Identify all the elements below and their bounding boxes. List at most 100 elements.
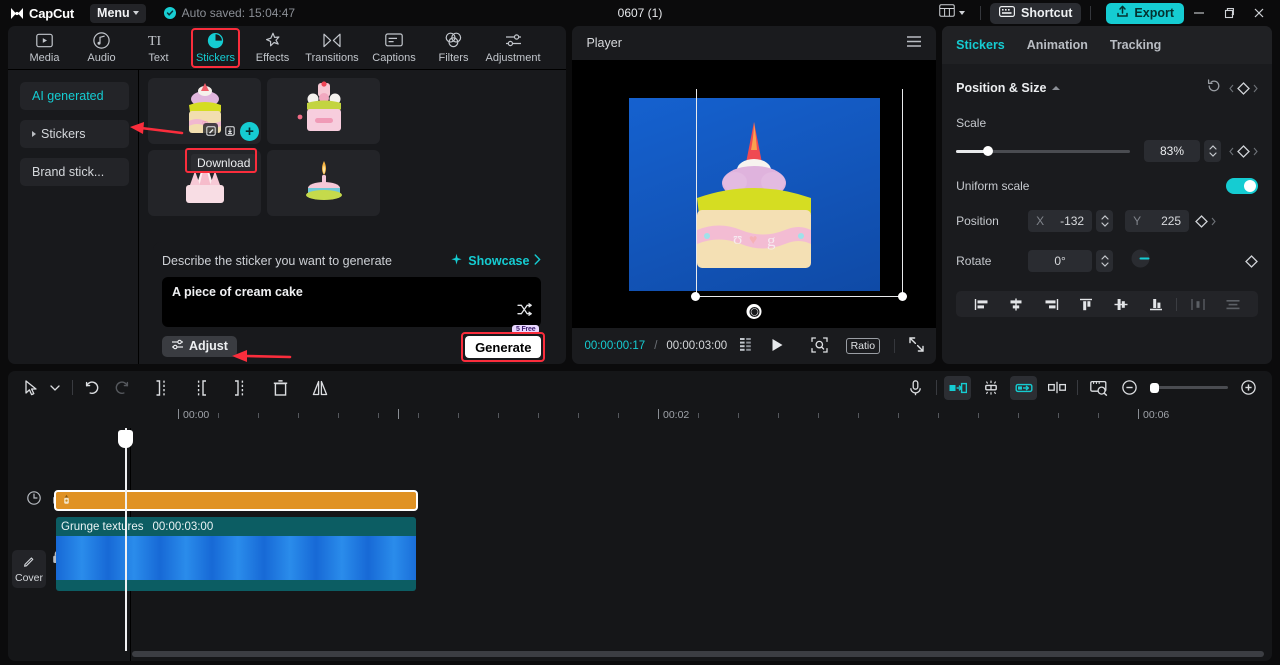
tab-stickers-props[interactable]: Stickers (956, 38, 1005, 52)
tab-media[interactable]: Media (16, 27, 73, 69)
pencil-icon (23, 555, 35, 570)
align-bottom-icon[interactable] (1138, 298, 1173, 311)
scale-label-row: Scale (956, 114, 1258, 132)
link-icon[interactable] (1010, 375, 1037, 400)
rotate-dial[interactable] (1131, 249, 1150, 273)
properties-body: Position & Size Scale 83% Uniform scale … (942, 64, 1272, 364)
tab-audio[interactable]: Audio (73, 27, 130, 69)
resize-handle-bottom-right[interactable] (898, 292, 908, 301)
frames-icon[interactable] (740, 338, 756, 354)
close-button[interactable] (1244, 0, 1274, 26)
trim-right-icon[interactable] (226, 376, 253, 400)
edit-icon[interactable] (203, 123, 218, 138)
showcase-link[interactable]: Showcase (450, 253, 542, 269)
sticker-cell-yellow-drip-cake[interactable]: ♡ + (148, 78, 261, 144)
video-clip[interactable]: Grunge textures 00:00:03:00 (56, 517, 416, 591)
clock-icon[interactable] (26, 490, 41, 505)
mirror-icon[interactable] (306, 376, 333, 400)
adsorb-icon[interactable] (1043, 376, 1070, 400)
tab-adjustment[interactable]: Adjustment (482, 27, 544, 69)
playhead-handle[interactable] (118, 430, 133, 448)
tab-animation[interactable]: Animation (1027, 38, 1088, 52)
position-y-field[interactable]: Y 225 (1125, 210, 1190, 232)
trim-left-icon[interactable] (187, 376, 214, 400)
distribute-horizontal-icon[interactable] (1180, 298, 1215, 311)
align-top-icon[interactable] (1069, 298, 1104, 311)
timeline-ruler[interactable]: 00:00 00:02 00:06 (8, 404, 1272, 428)
tab-text[interactable]: TI Text (130, 27, 187, 69)
zoom-in-icon[interactable] (1235, 376, 1262, 400)
prompt-input[interactable]: A piece of cream cake (162, 277, 542, 327)
sidebar-item-brand-stickers[interactable]: Brand stick... (20, 158, 129, 186)
add-sticker-button[interactable]: + (240, 122, 259, 141)
redo-icon[interactable] (107, 376, 134, 400)
microphone-icon[interactable] (902, 376, 929, 400)
split-icon[interactable] (148, 376, 175, 400)
rotate-field[interactable]: 0° (1028, 250, 1093, 272)
zoom-out-icon[interactable] (1116, 376, 1143, 400)
player-stage[interactable]: ʊ ♥ g (572, 60, 937, 328)
shortcut-button[interactable]: Shortcut (990, 2, 1082, 24)
rotate-keyframe[interactable] (1245, 254, 1258, 268)
tab-stickers[interactable]: Stickers (187, 27, 244, 69)
rotate-handle[interactable] (746, 304, 762, 319)
position-keyframe[interactable] (1195, 214, 1216, 228)
magnet-icon[interactable] (977, 376, 1004, 400)
reset-icon[interactable] (1207, 78, 1221, 98)
scale-slider-knob[interactable] (983, 146, 994, 156)
playhead[interactable] (118, 428, 133, 651)
sidebar-item-stickers[interactable]: Stickers (20, 120, 129, 148)
tab-tracking[interactable]: Tracking (1110, 38, 1161, 52)
sticker-clip-icon (62, 492, 71, 510)
scale-value[interactable]: 83% (1144, 140, 1200, 162)
ratio-button[interactable]: Ratio (845, 338, 881, 354)
selection-box[interactable] (691, 88, 908, 301)
scale-keyframe[interactable] (1229, 144, 1258, 158)
undo-icon[interactable] (80, 376, 107, 400)
sticker-cell-pink-cream-cake[interactable] (267, 78, 380, 144)
align-left-icon[interactable] (964, 298, 999, 311)
sticker-cell-candle-cake[interactable] (267, 150, 380, 216)
sidebar-item-ai-generated[interactable]: AI generated (20, 82, 129, 110)
position-x-field[interactable]: X -132 (1028, 210, 1093, 232)
align-middle-vertical-icon[interactable] (1104, 298, 1139, 311)
shuffle-icon[interactable] (517, 303, 533, 321)
distribute-vertical-icon[interactable] (1215, 298, 1250, 311)
download-icon[interactable] (222, 123, 237, 138)
section-title[interactable]: Position & Size (956, 81, 1061, 95)
tab-transitions[interactable]: Transitions (301, 27, 363, 69)
resize-handle-bottom-left[interactable] (691, 292, 701, 301)
keyframe-control[interactable] (1229, 81, 1258, 95)
zoom-fit-button[interactable] (810, 336, 828, 356)
scale-slider[interactable] (956, 146, 1130, 156)
sticker-clip[interactable] (54, 490, 418, 511)
timeline-zoom-slider[interactable] (1150, 382, 1228, 393)
preview-scale-icon[interactable] (1085, 376, 1112, 400)
align-center-horizontal-icon[interactable] (999, 298, 1034, 311)
chevron-down-icon[interactable] (45, 376, 65, 400)
fullscreen-button[interactable] (909, 337, 924, 355)
scale-stepper[interactable] (1204, 140, 1221, 162)
maximize-button[interactable] (1214, 0, 1244, 26)
timeline-horizontal-scrollbar[interactable] (132, 651, 1264, 657)
current-time: 00:00:00:17 (584, 340, 646, 352)
select-tool-icon[interactable] (18, 376, 45, 400)
export-button[interactable]: Export (1106, 2, 1184, 24)
hamburger-icon[interactable] (906, 35, 922, 51)
minimize-button[interactable] (1184, 0, 1214, 26)
tab-captions[interactable]: Captions (363, 27, 425, 69)
play-button[interactable] (771, 338, 784, 355)
adjust-button[interactable]: Adjust (162, 335, 237, 357)
align-right-icon[interactable] (1034, 298, 1069, 311)
menu-button[interactable]: Menu (90, 3, 146, 23)
generate-heading: Describe the sticker you want to generat… (162, 254, 392, 268)
uniform-scale-toggle[interactable] (1226, 178, 1258, 194)
tab-effects[interactable]: Effects (244, 27, 301, 69)
layout-button[interactable] (933, 3, 971, 23)
auto-fit-icon[interactable] (944, 375, 971, 400)
cover-button[interactable]: Cover (12, 550, 46, 588)
position-x-stepper[interactable] (1096, 210, 1114, 232)
rotate-stepper[interactable] (1096, 250, 1114, 272)
delete-icon[interactable] (267, 376, 294, 400)
tab-filters[interactable]: Filters (425, 27, 482, 69)
